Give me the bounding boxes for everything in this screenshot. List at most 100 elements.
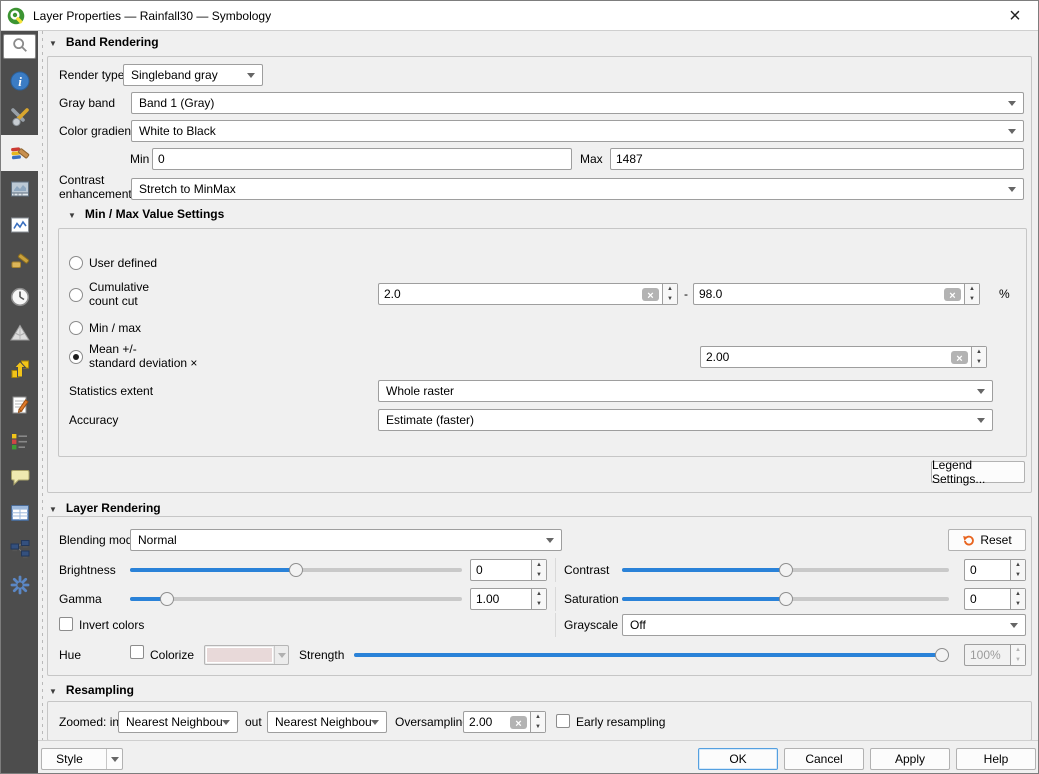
brightness-slider[interactable] [130, 559, 462, 581]
spin-down-icon[interactable] [1011, 599, 1025, 609]
contrast-enhancement-dropdown[interactable]: Stretch to MinMax [131, 178, 1024, 200]
mean-stddev-radio[interactable] [69, 350, 83, 364]
clear-icon[interactable] [510, 716, 527, 729]
stddev-value[interactable] [701, 350, 948, 364]
colorize-color-button[interactable] [204, 645, 289, 665]
slider-track[interactable] [130, 597, 462, 601]
clear-icon[interactable] [642, 288, 659, 301]
grayscale-dropdown[interactable]: Off [622, 614, 1026, 636]
max-value-input[interactable] [611, 152, 1023, 166]
strength-spinbox[interactable] [964, 644, 1026, 666]
spinner[interactable] [662, 284, 677, 304]
oversampling-value[interactable] [464, 715, 507, 729]
min-value-input[interactable] [153, 152, 571, 166]
spin-up-icon[interactable] [1011, 645, 1025, 655]
cumulative-from-value[interactable] [379, 287, 639, 301]
saturation-spinbox[interactable] [964, 588, 1026, 610]
style-button[interactable]: Style [41, 748, 123, 770]
render-type-dropdown[interactable]: Singleband gray [123, 64, 263, 86]
gray-band-dropdown[interactable]: Band 1 (Gray) [131, 92, 1024, 114]
spinner[interactable] [1010, 589, 1025, 609]
splitter-handle[interactable] [42, 31, 43, 740]
blending-mode-dropdown[interactable]: Normal [130, 529, 562, 551]
apply-button[interactable]: Apply [870, 748, 950, 770]
contrast-value[interactable] [965, 563, 1010, 577]
spin-down-icon[interactable] [531, 722, 545, 732]
spin-up-icon[interactable] [532, 560, 546, 570]
sidebar-item-legend[interactable] [1, 423, 38, 459]
spin-up-icon[interactable] [972, 347, 986, 357]
sidebar-item-qgis-server[interactable] [1, 531, 38, 567]
spin-down-icon[interactable] [965, 294, 979, 304]
style-menu-arrow[interactable] [106, 749, 122, 769]
cancel-button[interactable]: Cancel [784, 748, 864, 770]
colorize-checkbox[interactable] [130, 645, 144, 659]
cumulative-to-input[interactable] [693, 283, 980, 305]
contrast-spinbox[interactable] [964, 559, 1026, 581]
spin-up-icon[interactable] [1011, 560, 1025, 570]
spinner[interactable] [530, 712, 545, 732]
band-rendering-header[interactable]: Band Rendering [49, 35, 159, 49]
sidebar-search-input[interactable] [3, 34, 36, 59]
sidebar-item-elevation[interactable] [1, 351, 38, 387]
slider-handle[interactable] [779, 563, 793, 577]
slider-handle[interactable] [779, 592, 793, 606]
spin-up-icon[interactable] [531, 712, 545, 722]
legend-settings-button[interactable]: Legend Settings... [931, 461, 1025, 483]
clear-icon[interactable] [944, 288, 961, 301]
saturation-value[interactable] [965, 592, 1010, 606]
cumulative-to-value[interactable] [694, 287, 941, 301]
spinner[interactable] [964, 284, 979, 304]
accuracy-dropdown[interactable]: Estimate (faster) [378, 409, 993, 431]
strength-slider[interactable] [354, 644, 949, 666]
layer-rendering-header[interactable]: Layer Rendering [49, 501, 161, 515]
spin-up-icon[interactable] [532, 589, 546, 599]
sidebar-item-source[interactable] [1, 99, 38, 135]
spin-down-icon[interactable] [532, 570, 546, 580]
statistics-extent-dropdown[interactable]: Whole raster [378, 380, 993, 402]
spinner[interactable] [531, 560, 546, 580]
zoomed-in-dropdown[interactable]: Nearest Neighbour [118, 711, 238, 733]
user-defined-radio[interactable] [69, 256, 83, 270]
sidebar-item-pyramids[interactable] [1, 315, 38, 351]
spin-down-icon[interactable] [1011, 655, 1025, 665]
invert-colors-checkbox[interactable] [59, 617, 73, 631]
spinner[interactable] [1010, 645, 1025, 665]
sidebar-item-metadata[interactable] [1, 387, 38, 423]
contrast-slider[interactable] [622, 559, 949, 581]
help-button[interactable]: Help [956, 748, 1036, 770]
slider-handle[interactable] [935, 648, 949, 662]
stddev-input[interactable] [700, 346, 987, 368]
close-icon[interactable] [998, 2, 1032, 30]
oversampling-spinbox[interactable] [463, 711, 546, 733]
saturation-slider[interactable] [622, 588, 949, 610]
sidebar-item-attributes-table[interactable] [1, 495, 38, 531]
minmax-settings-header[interactable]: Min / Max Value Settings [68, 207, 224, 221]
max-input[interactable] [610, 148, 1024, 170]
brightness-spinbox[interactable] [470, 559, 547, 581]
color-gradient-dropdown[interactable]: White to Black [131, 120, 1024, 142]
gamma-value[interactable] [471, 592, 531, 606]
min-input[interactable] [152, 148, 572, 170]
slider-handle[interactable] [160, 592, 174, 606]
sidebar-item-temporal[interactable] [1, 279, 38, 315]
spin-up-icon[interactable] [965, 284, 979, 294]
resampling-header[interactable]: Resampling [49, 683, 134, 697]
strength-value[interactable] [965, 648, 1010, 662]
swatch-dropdown[interactable] [274, 646, 288, 664]
sidebar-item-information[interactable]: i [1, 63, 38, 99]
spin-down-icon[interactable] [972, 357, 986, 367]
slider-handle[interactable] [289, 563, 303, 577]
min-max-radio[interactable] [69, 321, 83, 335]
spin-down-icon[interactable] [1011, 570, 1025, 580]
early-resampling-checkbox[interactable] [556, 714, 570, 728]
spin-down-icon[interactable] [663, 294, 677, 304]
clear-icon[interactable] [951, 351, 968, 364]
sidebar-item-symbology[interactable] [1, 135, 38, 171]
sidebar-item-display[interactable] [1, 459, 38, 495]
spin-down-icon[interactable] [532, 599, 546, 609]
sidebar-item-histogram[interactable] [1, 207, 38, 243]
zoomed-out-dropdown[interactable]: Nearest Neighbour [267, 711, 387, 733]
brightness-value[interactable] [471, 563, 531, 577]
spinner[interactable] [531, 589, 546, 609]
